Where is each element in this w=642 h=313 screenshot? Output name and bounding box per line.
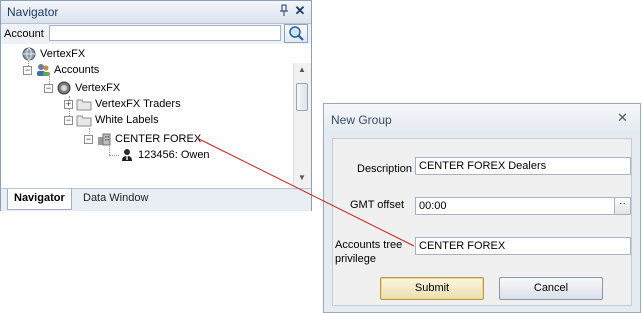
folder-icon (76, 115, 92, 127)
privilege-label-line1: Accounts tree (335, 239, 403, 251)
pin-icon[interactable] (278, 4, 290, 18)
tree-vertical-scrollbar[interactable]: ▲ ▼ (293, 63, 311, 187)
description-field[interactable] (415, 157, 631, 175)
collapse-icon[interactable]: − (44, 83, 53, 93)
cancel-button[interactable]: Cancel (499, 277, 603, 300)
person-icon (122, 149, 132, 161)
collapse-icon[interactable]: − (23, 65, 32, 75)
gmt-offset-picker-button[interactable]: ·· (614, 197, 631, 215)
collapse-icon[interactable]: − (64, 115, 73, 125)
accounts-tree-privilege-field[interactable] (415, 237, 631, 255)
account-label: Account (4, 28, 44, 40)
privilege-label-line2: privilege (335, 253, 376, 265)
navigator-panel: Navigator ✕ Account VertexFX − Accounts … (0, 0, 312, 211)
account-tree: VertexFX − Accounts − VertexFX + VertexF… (1, 44, 293, 187)
magnifier-icon (289, 26, 304, 41)
tree-label-accounts: Accounts (54, 64, 100, 76)
expand-icon[interactable]: + (64, 99, 73, 109)
dialog-titlebar: New Group ✕ (324, 104, 640, 134)
dialog-close-icon[interactable]: ✕ (617, 110, 628, 126)
tree-node-traders[interactable]: + VertexFX Traders (64, 96, 181, 112)
collapse-icon[interactable]: − (84, 134, 93, 144)
navigator-titlebar: Navigator ✕ (1, 1, 311, 24)
scroll-thumb[interactable] (296, 83, 308, 111)
globe-icon (22, 47, 36, 61)
tree-label-traders: VertexFX Traders (95, 98, 181, 110)
account-search-row: Account (1, 24, 311, 44)
building-icon (98, 133, 111, 146)
tree-label-account: 123456: Owen (138, 149, 210, 161)
tree-node-account[interactable]: 123456: Owen (119, 147, 210, 163)
tree-label-white-labels: White Labels (95, 114, 159, 126)
tree-node-accounts[interactable]: − Accounts (23, 62, 99, 78)
description-label: Description (357, 163, 413, 175)
server-icon (57, 81, 71, 95)
navigator-title: Navigator (7, 5, 59, 19)
tab-data-window[interactable]: Data Window (77, 189, 154, 209)
new-group-dialog: New Group ✕ Description GMT offset ·· Ac… (323, 103, 641, 313)
gmt-offset-label: GMT offset (350, 199, 405, 211)
dialog-body: Description GMT offset ·· Accounts tree … (332, 138, 632, 306)
folder-icon (76, 99, 92, 111)
tree-label-root: VertexFX (40, 48, 86, 60)
gmt-offset-field[interactable] (415, 197, 615, 215)
navigator-tabs: Navigator Data Window (1, 188, 311, 211)
tree-label-group: CENTER FOREX (115, 133, 202, 145)
tab-navigator[interactable]: Navigator (7, 189, 72, 210)
scroll-down-icon[interactable]: ▼ (298, 173, 306, 182)
scroll-up-icon[interactable]: ▲ (298, 65, 306, 74)
navigator-close-icon[interactable]: ✕ (293, 3, 307, 19)
users-icon (37, 64, 50, 76)
account-search-input[interactable] (49, 25, 281, 41)
tree-node-root[interactable]: VertexFX (21, 46, 85, 62)
search-button[interactable] (284, 24, 308, 43)
tree-node-white-labels[interactable]: − White Labels (64, 112, 159, 128)
tree-node-group[interactable]: − CENTER FOREX (84, 131, 201, 147)
tree-node-server[interactable]: − VertexFX (44, 80, 120, 96)
tree-label-server: VertexFX (75, 82, 121, 94)
dialog-title: New Group (331, 113, 392, 127)
submit-button[interactable]: Submit (380, 277, 484, 300)
